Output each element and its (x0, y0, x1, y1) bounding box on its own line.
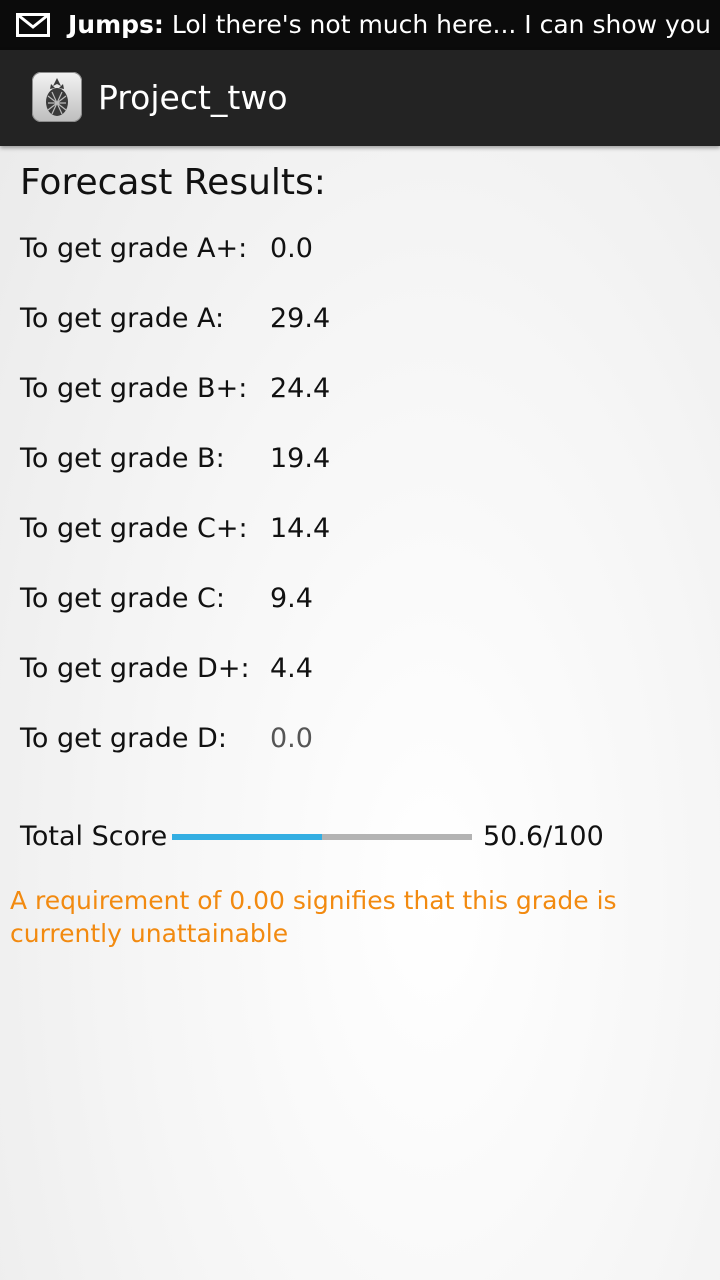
status-bar: Jumps: Lol there's not much here... I ca… (0, 0, 720, 50)
notification-text[interactable]: Jumps: Lol there's not much here... I ca… (68, 0, 711, 50)
grade-value: 24.4 (270, 373, 331, 404)
grade-label: To get grade D: (20, 723, 227, 754)
grade-value: 0.0 (270, 233, 313, 264)
app-title: Project_two (98, 78, 288, 117)
notification-sender: Jumps: (68, 10, 164, 39)
grade-value: 9.4 (270, 583, 313, 614)
mail-icon (16, 13, 50, 37)
grade-value: 4.4 (270, 653, 313, 684)
total-score-value: 50.6/100 (483, 821, 604, 852)
grade-label: To get grade A+: (20, 233, 248, 264)
forecast-heading: Forecast Results: (20, 162, 326, 203)
grade-value: 29.4 (270, 303, 331, 334)
grade-value: 0.0 (270, 723, 313, 754)
progress-fill (172, 834, 322, 840)
grade-label: To get grade B: (20, 443, 225, 474)
grade-label: To get grade A: (20, 303, 225, 334)
notification-message: Lol there's not much here... I can show … (171, 10, 711, 39)
grade-value: 14.4 (270, 513, 331, 544)
total-score-progress-bar (172, 834, 472, 840)
action-bar: Project_two (0, 50, 720, 146)
total-score-label: Total Score (20, 821, 168, 852)
grade-value: 19.4 (270, 443, 331, 474)
grade-label: To get grade D+: (20, 653, 250, 684)
pineapple-icon[interactable] (32, 72, 82, 122)
grade-label: To get grade C: (20, 583, 225, 614)
grade-label: To get grade C+: (20, 513, 248, 544)
unattainable-note: A requirement of 0.00 signifies that thi… (10, 886, 617, 948)
grade-label: To get grade B+: (20, 373, 248, 404)
